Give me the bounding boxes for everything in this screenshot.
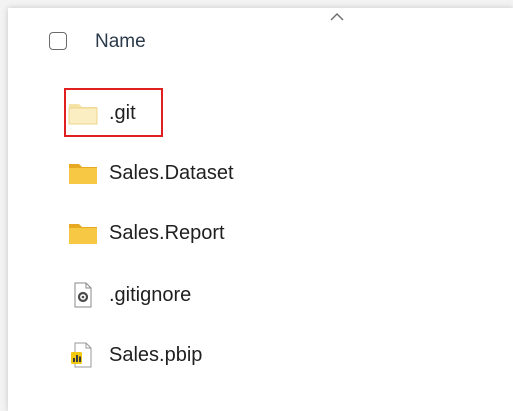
file-row-sales-pbip[interactable]: Sales.pbip: [8, 330, 513, 380]
file-label: Sales.Dataset: [109, 162, 234, 184]
file-label: Sales.Report: [109, 222, 225, 244]
file-list-pane: Name .git Sales.Dataset Sales.Report .gi…: [8, 8, 513, 411]
file-label: .gitignore: [109, 284, 192, 306]
file-row-git[interactable]: .git: [8, 88, 513, 138]
folder-icon: [69, 224, 97, 244]
pbip-file-icon: [71, 342, 92, 368]
file-row-gitignore[interactable]: .gitignore: [8, 270, 513, 320]
column-header-name[interactable]: Name: [95, 31, 146, 53]
select-all-checkbox[interactable]: [49, 32, 67, 50]
folder-icon: [69, 164, 97, 184]
file-row-sales-report[interactable]: Sales.Report: [8, 208, 513, 258]
file-label: Sales.pbip: [109, 344, 203, 366]
chevron-up-icon[interactable]: [327, 10, 347, 22]
settings-file-icon: [74, 282, 92, 308]
file-label: .git: [109, 102, 136, 124]
folder-icon: [68, 104, 98, 125]
column-header-row: Name: [8, 22, 513, 62]
file-row-sales-dataset[interactable]: Sales.Dataset: [8, 148, 513, 198]
